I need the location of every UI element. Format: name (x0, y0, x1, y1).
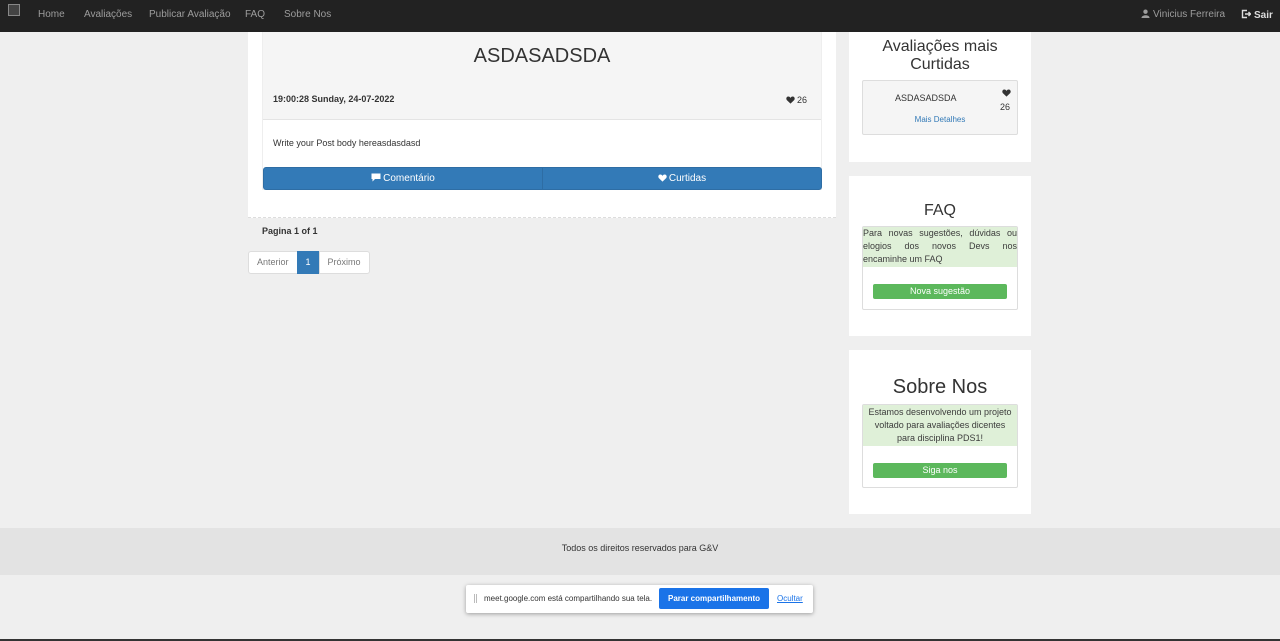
faq-text: Para novas sugestões, dúvidas ou elogios… (863, 227, 1017, 267)
new-suggestion-button[interactable]: Nova sugestão (873, 284, 1007, 299)
post-card: ASDASADSDA 19:00:28 Sunday, 24-07-2022 2… (262, 32, 822, 190)
about-panel: Sobre Nos Estamos desenvolvendo um proje… (849, 350, 1031, 514)
likes-button-label: Curtidas (668, 173, 707, 184)
heart-icon (786, 96, 795, 104)
post-body: Write your Post body hereasdasdasd (273, 138, 421, 148)
about-title: Sobre Nos (892, 376, 988, 398)
page-info: Pagina 1 of 1 (262, 226, 318, 236)
broken-logo-image[interactable] (8, 4, 20, 16)
nav-link-avaliacoes[interactable]: Avaliações (84, 9, 132, 20)
comment-button-label: Comentário (383, 173, 435, 184)
about-text: Estamos desenvolvendo um projeto voltado… (863, 405, 1017, 446)
top-liked-item-title: ASDASADSDA (895, 93, 957, 103)
stop-sharing-button[interactable]: Parar compartilhamento (659, 588, 769, 609)
screen-share-bar: meet.google.com está compartilhando sua … (466, 585, 813, 613)
nav-link-publicar-avaliacao[interactable]: Publicar Avaliação (149, 9, 231, 20)
logout-icon (1241, 9, 1251, 19)
footer-text: Todos os direitos reservados para G&V (561, 543, 719, 553)
drag-handle-icon[interactable] (474, 594, 477, 603)
details-link[interactable]: Mais Detalhes (863, 115, 1017, 124)
follow-us-button[interactable]: Siga nos (873, 463, 1007, 478)
comment-icon (371, 173, 381, 182)
footer: Todos os direitos reservados para G&V (0, 528, 1280, 575)
heart-icon (658, 174, 667, 182)
heart-icon (1002, 89, 1011, 97)
post-title: ASDASADSDA (473, 45, 611, 67)
faq-box: Para novas sugestões, dúvidas ou elogios… (862, 226, 1018, 310)
user-menu[interactable]: Vinicius Ferreira (1141, 9, 1225, 20)
about-box: Estamos desenvolvendo um projeto voltado… (862, 404, 1018, 488)
top-liked-item-likes: 26 (1000, 102, 1011, 112)
logout-label: Sair (1254, 10, 1273, 21)
post-datetime: 19:00:28 Sunday, 24-07-2022 (273, 94, 395, 104)
nav-link-faq[interactable]: FAQ (245, 9, 265, 20)
top-liked-panel: Avaliações mais Curtidas ASDASADSDA 26 M… (849, 32, 1031, 162)
user-name: Vinicius Ferreira (1153, 9, 1226, 20)
user-icon (1141, 9, 1150, 18)
pagination-next[interactable]: Próximo (318, 251, 370, 274)
share-bar-text: meet.google.com está compartilhando sua … (484, 594, 653, 603)
top-liked-title: Avaliações mais Curtidas (882, 38, 998, 73)
logout-link[interactable]: Sair (1241, 9, 1273, 21)
post-header: ASDASADSDA 19:00:28 Sunday, 24-07-2022 2… (263, 32, 821, 120)
post-likes-count: 26 (786, 95, 807, 105)
faq-panel: FAQ Para novas sugestões, dúvidas ou elo… (849, 176, 1031, 336)
post-likes-value: 26 (796, 95, 807, 105)
comment-button[interactable]: Comentário (263, 167, 543, 190)
nav-link-home[interactable]: Home (38, 9, 65, 20)
main-panel: ASDASADSDA 19:00:28 Sunday, 24-07-2022 2… (248, 32, 836, 218)
nav-link-sobre-nos[interactable]: Sobre Nos (284, 9, 331, 20)
pagination-prev[interactable]: Anterior (248, 251, 298, 274)
top-liked-item: ASDASADSDA 26 Mais Detalhes (862, 80, 1018, 135)
pagination: Anterior 1 Próximo (248, 251, 370, 274)
hide-link[interactable]: Ocultar (777, 594, 803, 603)
navbar: Home Avaliações Publicar Avaliação FAQ S… (0, 0, 1280, 32)
pagination-page-1[interactable]: 1 (296, 251, 320, 274)
faq-title: FAQ (923, 202, 956, 219)
likes-button[interactable]: Curtidas (542, 167, 822, 190)
